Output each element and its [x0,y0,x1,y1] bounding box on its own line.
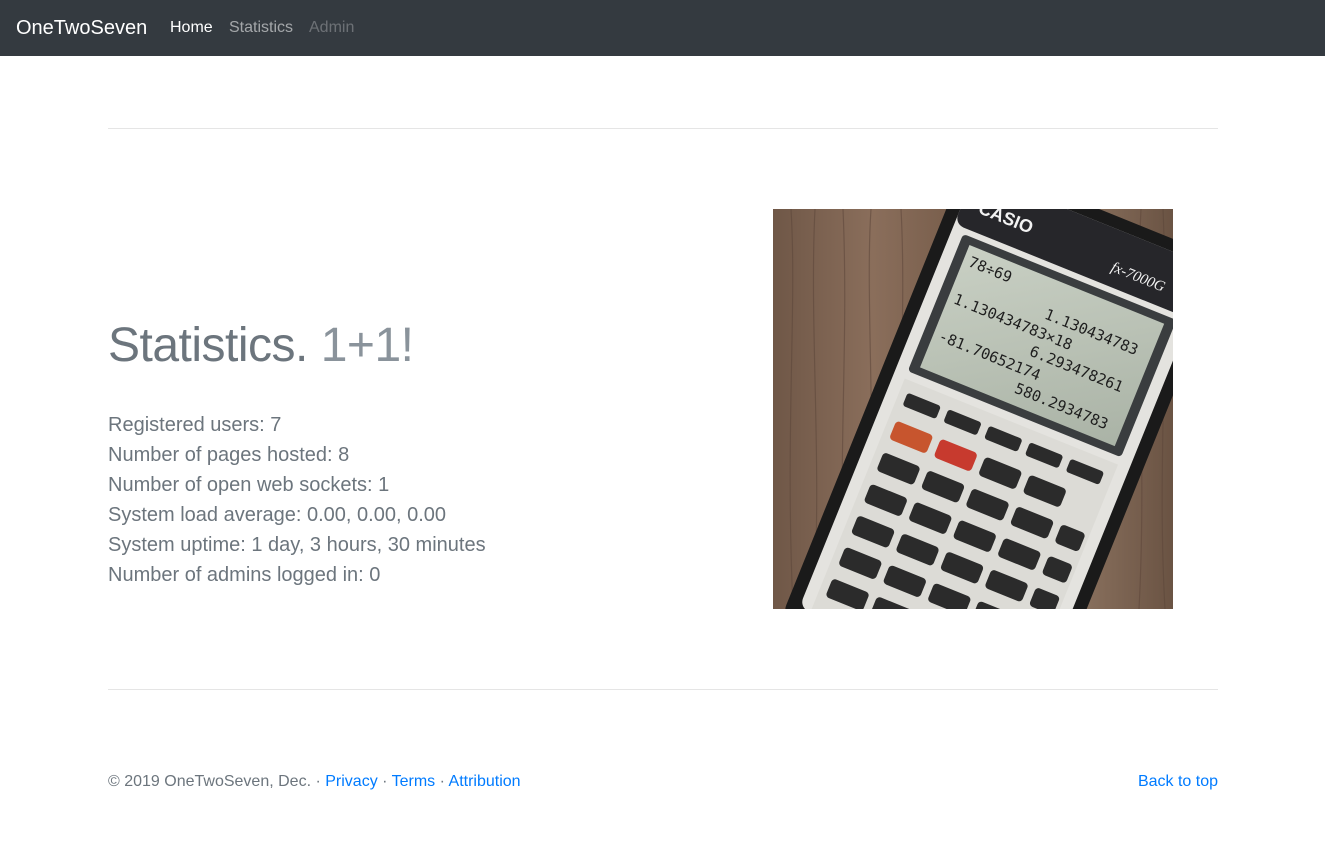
divider-bottom [108,689,1218,690]
stat-admins-logged-in: Number of admins logged in: 0 [108,564,381,586]
stat-registered-users: Registered users: 7 [108,414,282,436]
attribution-link[interactable]: Attribution [449,773,521,790]
top-navbar: OneTwoSeven Home Statistics Admin [0,0,1325,56]
calculator-image: CASIO fx-7000G 78÷69 1.130434783 1.13043… [773,209,1173,609]
separator: · [435,773,449,790]
terms-link[interactable]: Terms [392,773,436,790]
title-main: Statistics. [108,319,308,372]
divider-top [108,128,1218,129]
title-muted: 1+1! [320,319,414,372]
nav-link-statistics[interactable]: Statistics [229,19,293,37]
statistics-list: Registered users: 7 Number of pages host… [108,410,486,590]
stat-open-web-sockets: Number of open web sockets: 1 [108,474,390,496]
brand-link[interactable]: OneTwoSeven [16,16,147,40]
separator: · [377,773,392,790]
privacy-link[interactable]: Privacy [325,773,377,790]
stat-load-average: System load average: 0.00, 0.00, 0.00 [108,504,446,526]
page-title: Statistics. 1+1! [108,318,414,374]
back-to-top-link[interactable]: Back to top [1138,773,1218,791]
nav-link-admin: Admin [309,19,355,36]
stat-pages-hosted: Number of pages hosted: 8 [108,444,350,466]
stat-uptime: System uptime: 1 day, 3 hours, 30 minute… [108,534,486,556]
nav-link-home[interactable]: Home [170,19,213,37]
copyright-text: © 2019 OneTwoSeven, Dec. · [108,773,326,790]
footer-copyright-line: © 2019 OneTwoSeven, Dec. · Privacy · Ter… [108,773,521,791]
